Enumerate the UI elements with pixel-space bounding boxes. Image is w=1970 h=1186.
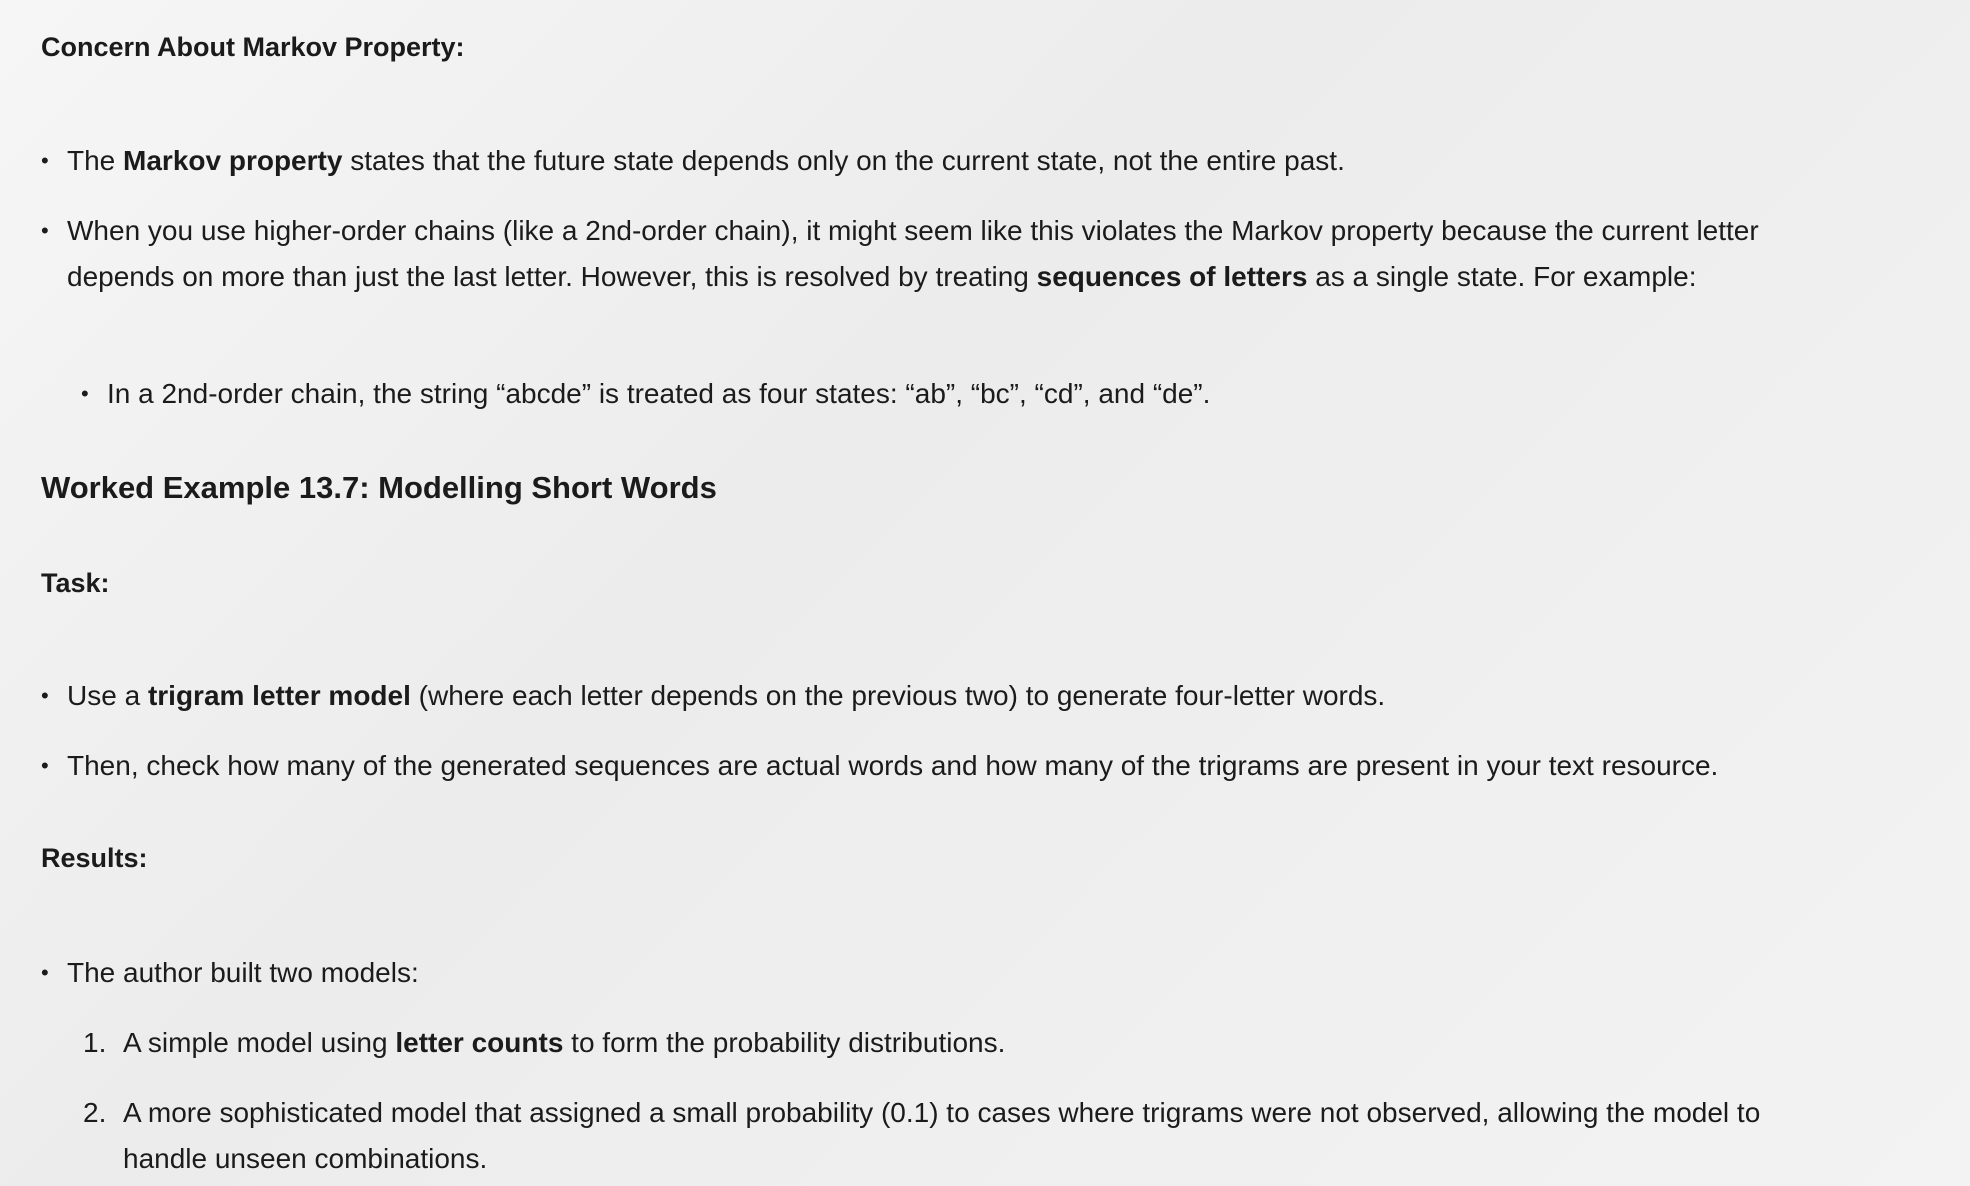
- heading-task: Task:: [41, 568, 110, 598]
- heading-results: Results:: [41, 843, 148, 873]
- text-bold-sequences: sequences of letters: [1036, 261, 1308, 292]
- text-bold-trigram-letter-model: trigram letter model: [147, 680, 411, 711]
- list-item-trigram-model: Use a trigram letter model (where each l…: [41, 673, 1386, 719]
- text-bold-letter-counts: letter counts: [395, 1027, 564, 1058]
- numbered-item-sophisticated-model: 2. A more sophisticated model that assign…: [83, 1090, 1823, 1182]
- heading-worked-example: Worked Example 13.7: Modelling Short Wor…: [41, 470, 717, 505]
- list-item-markov-property: The Markov property states that the futu…: [41, 138, 1345, 184]
- text-pre: A simple model using: [123, 1027, 396, 1058]
- text-body: A more sophisticated model that assigned…: [123, 1097, 1761, 1174]
- text-post: to form the probability distributions.: [563, 1027, 1006, 1058]
- list-number: 1.: [83, 1027, 107, 1058]
- numbered-item-simple-model: 1. A simple model using letter counts to …: [83, 1020, 1006, 1066]
- list-item-two-models: The author built two models:: [41, 950, 419, 996]
- list-number: 2.: [83, 1097, 107, 1128]
- text-bold-markov-property: Markov property: [123, 145, 343, 176]
- text-post: (where each letter depends on the previo…: [410, 680, 1386, 711]
- heading-markov-concern: Concern About Markov Property:: [41, 32, 465, 62]
- sub-list-item-abcde: In a 2nd-order chain, the string “abcde”…: [81, 371, 1210, 417]
- list-item-higher-order-chains: When you use higher-order chains (like a…: [41, 208, 1812, 300]
- list-item-check-generated: Then, check how many of the generated se…: [41, 743, 1718, 789]
- document-page: Concern About Markov Property: The Marko…: [0, 0, 1970, 1186]
- text-pre: The: [67, 145, 124, 176]
- text-post: states that the future state depends onl…: [342, 145, 1345, 176]
- text-post: as a single state. For example:: [1307, 261, 1697, 292]
- text-pre: Use a: [67, 680, 148, 711]
